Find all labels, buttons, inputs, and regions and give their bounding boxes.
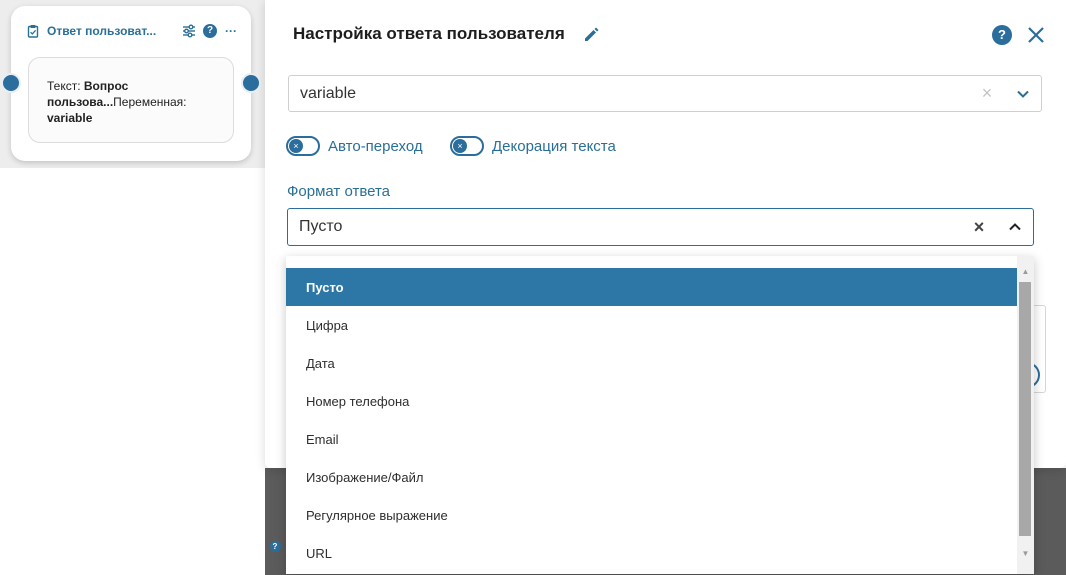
clipboard-icon [25,23,41,39]
text-decoration-toggle[interactable]: × [450,136,484,156]
toggle-off-icon: × [289,139,303,153]
node-variable-label: Переменная: [113,95,187,109]
modal-title: Настройка ответа пользователя [293,24,565,43]
scroll-down-icon[interactable]: ▼ [1017,546,1034,562]
format-option[interactable]: Пусто [286,268,1017,306]
auto-transition-row: × Авто-переход [286,136,423,156]
format-option[interactable]: Дата [286,344,1017,382]
canvas-chip[interactable]: ? [265,536,285,556]
chevron-up-icon[interactable] [997,223,1033,231]
output-port[interactable] [241,73,261,93]
clear-icon[interactable]: × [961,217,997,238]
node-content: Текст: Вопрос пользова...Переменная: varia… [28,57,234,143]
text-decoration-label: Декорация текста [492,137,616,155]
format-option[interactable]: Email [286,420,1017,458]
toggle-off-icon: × [453,139,467,153]
chevron-down-icon[interactable] [1005,90,1041,98]
sliders-icon[interactable] [181,23,197,39]
scroll-up-icon[interactable]: ▲ [1017,264,1034,280]
node-title: Ответ пользоват... [47,24,157,38]
format-option[interactable]: Изображение/Файл [286,458,1017,496]
text-decoration-row: × Декорация текста [450,136,616,156]
more-icon[interactable]: ··· [223,23,239,39]
node-text-value-1: Вопрос [83,79,129,93]
pencil-icon[interactable] [583,25,601,48]
format-option[interactable]: Регулярное выражение [286,496,1017,534]
auto-transition-label: Авто-переход [328,137,423,155]
format-label: Формат ответа [287,183,391,200]
auto-transition-toggle[interactable]: × [286,136,320,156]
format-option[interactable]: Номер телефона [286,382,1017,420]
scrollbar-thumb[interactable] [1019,282,1031,536]
format-option[interactable]: Цифра [286,306,1017,344]
variable-select-value: variable [300,84,357,102]
variable-select[interactable]: variable × [288,75,1042,112]
input-port[interactable] [1,73,21,93]
node-text-label: Текст: [47,79,84,93]
help-icon[interactable]: ? [203,24,217,38]
clear-icon[interactable]: × [969,83,1005,104]
format-dropdown: Пусто Цифра Дата Номер телефона Email Изображ… [286,256,1034,574]
format-select[interactable]: Пусто × [287,208,1034,246]
close-icon[interactable] [1026,25,1046,45]
node-text-value-2: пользова... [47,95,114,109]
node-header: Ответ пользоват... ? ··· [25,21,239,41]
help-icon: ? [269,540,281,552]
help-icon[interactable]: ? [992,25,1012,45]
format-select-value: Пусто [299,218,343,235]
format-option[interactable]: URL [286,534,1017,572]
user-response-node[interactable]: Ответ пользоват... ? ··· Текст: Вопрос по… [11,6,251,161]
node-variable-value: variable [47,111,93,125]
